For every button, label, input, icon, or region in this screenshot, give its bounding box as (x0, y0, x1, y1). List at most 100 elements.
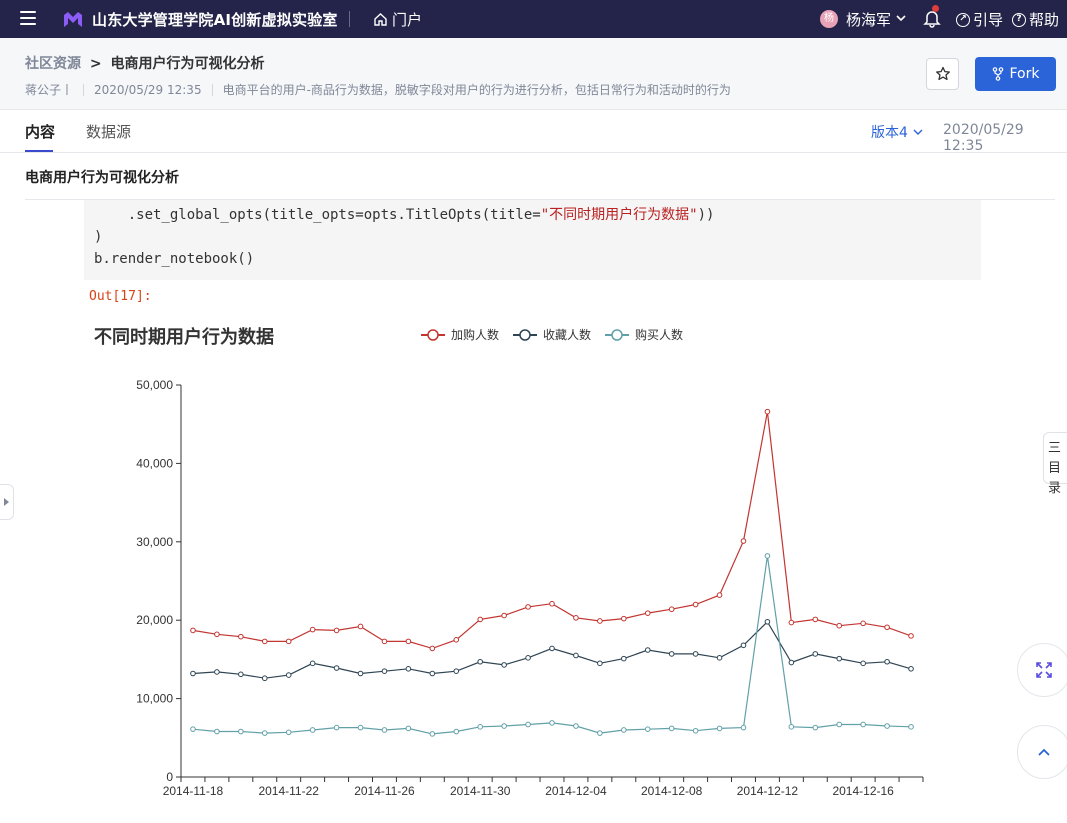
data-point (238, 633, 244, 640)
sidebar-toggle[interactable] (0, 484, 14, 520)
question-icon: ? (1012, 12, 1026, 27)
data-point (644, 726, 651, 732)
data-point (668, 606, 675, 613)
data-point (908, 666, 914, 672)
data-point (405, 638, 412, 645)
data-point (429, 670, 436, 677)
star-button[interactable] (926, 58, 959, 90)
data-point (429, 731, 436, 737)
data-point (644, 647, 651, 653)
data-point (573, 723, 579, 729)
data-point (477, 724, 483, 730)
y-tick-label: 30,000 (136, 535, 173, 549)
data-point (333, 724, 340, 731)
data-point (405, 725, 412, 732)
x-tick-label: 2014-12-12 (737, 784, 799, 798)
bell-icon[interactable] (923, 8, 941, 28)
data-point (908, 724, 914, 730)
data-point (597, 660, 603, 667)
home-icon (374, 13, 387, 26)
user-name[interactable]: 杨海军 (846, 9, 891, 30)
chevron-up-icon (1038, 748, 1050, 756)
version-selector[interactable]: 版本4 (871, 122, 924, 142)
portal-link[interactable]: 门户 (373, 9, 422, 30)
fullscreen-button[interactable] (1017, 643, 1067, 697)
data-point (764, 408, 771, 415)
compass-icon: ↗ (956, 12, 970, 27)
data-point (477, 658, 483, 665)
code-line: .set_global_opts(title_opts=opts.TitleOp… (94, 204, 971, 226)
data-point (812, 651, 819, 657)
data-point (621, 655, 627, 662)
data-point (525, 655, 531, 661)
project-header: 社区资源 > 电商用户行为可视化分析 蒋公子丨 2020/05/29 12:35… (0, 38, 1067, 110)
data-point (788, 659, 795, 666)
line-chart: 不同时期用户行为数据 加购人数 收藏人数 购买人数 0 10,000 20,000 30,00… (94, 326, 924, 798)
y-tick-label: 50,000 (136, 378, 173, 392)
x-tick-label: 2014-11-26 (354, 784, 415, 798)
data-point (190, 726, 196, 732)
fork-label: Fork (1009, 66, 1040, 82)
data-point (668, 651, 675, 657)
y-tick-label: 10,000 (136, 692, 173, 706)
data-point (214, 631, 220, 638)
data-point (261, 730, 268, 736)
toc-toggle[interactable]: 三 目录 (1043, 432, 1067, 496)
output-prompt: Out[17]: (89, 289, 152, 304)
data-point (309, 660, 316, 667)
active-tab-indicator (25, 150, 53, 152)
data-point (597, 618, 603, 624)
data-point (573, 652, 579, 659)
data-point (405, 666, 412, 672)
data-point (525, 604, 531, 610)
data-point (238, 728, 244, 735)
app-title[interactable]: 山东大学管理学院AI创新虚拟实验室 (92, 9, 338, 30)
series-line (192, 555, 912, 735)
series-line (192, 411, 912, 650)
data-point (549, 720, 555, 726)
guide-link[interactable]: ↗ 引导 (956, 9, 1003, 30)
tab-content[interactable]: 内容 (25, 121, 55, 142)
author-name[interactable]: 蒋公子丨 (25, 81, 73, 98)
data-point (692, 601, 699, 608)
hamburger-menu-icon[interactable] (20, 11, 36, 25)
x-tick-label: 2014-12-04 (545, 784, 607, 798)
data-point (285, 638, 292, 645)
chevron-down-icon[interactable] (895, 9, 907, 27)
code-line: b.render_notebook() (94, 251, 255, 267)
help-link[interactable]: ? 帮助 (1012, 9, 1059, 30)
data-point (549, 645, 555, 652)
data-point (597, 730, 603, 736)
star-icon (935, 66, 950, 81)
project-description: 电商平台的用户-商品行为数据，脱敏字段对用户的行为进行分析，包括日常行为和活动时… (222, 83, 731, 97)
data-point (357, 724, 364, 731)
data-point (549, 600, 555, 607)
breadcrumb-root[interactable]: 社区资源 (25, 56, 81, 72)
data-point (692, 727, 699, 734)
tab-datasource[interactable]: 数据源 (86, 121, 131, 142)
lab-logo-icon (64, 12, 82, 27)
data-point (573, 615, 579, 621)
data-point (429, 645, 436, 652)
legend-label: 购买人数 (635, 327, 683, 342)
breadcrumb: 社区资源 > 电商用户行为可视化分析 (25, 53, 264, 73)
list-icon: 三 (1048, 441, 1062, 456)
guide-label: 引导 (973, 11, 1004, 29)
top-nav-bar: 山东大学管理学院AI创新虚拟实验室 门户 杨 杨海军 ↗ 引导 ? 帮助 (0, 0, 1067, 38)
data-point (238, 671, 244, 678)
project-meta: 蒋公子丨 2020/05/29 12:35 电商平台的用户-商品行为数据，脱敏字… (25, 81, 731, 98)
data-point (333, 627, 340, 634)
avatar[interactable]: 杨 (820, 10, 838, 28)
fork-button[interactable]: Fork (975, 57, 1056, 91)
data-point (716, 655, 723, 661)
data-point (285, 672, 292, 678)
data-point (309, 626, 316, 633)
back-to-top-button[interactable] (1017, 725, 1067, 779)
x-tick-label: 2014-12-16 (832, 784, 894, 798)
chevron-down-icon (913, 129, 923, 135)
fork-icon (992, 67, 1003, 81)
data-point (884, 624, 890, 631)
x-tick-label: 2014-11-30 (450, 784, 511, 798)
code-cell[interactable]: .set_global_opts(title_opts=opts.TitleOp… (84, 200, 981, 280)
version-label: 版本4 (871, 125, 908, 141)
